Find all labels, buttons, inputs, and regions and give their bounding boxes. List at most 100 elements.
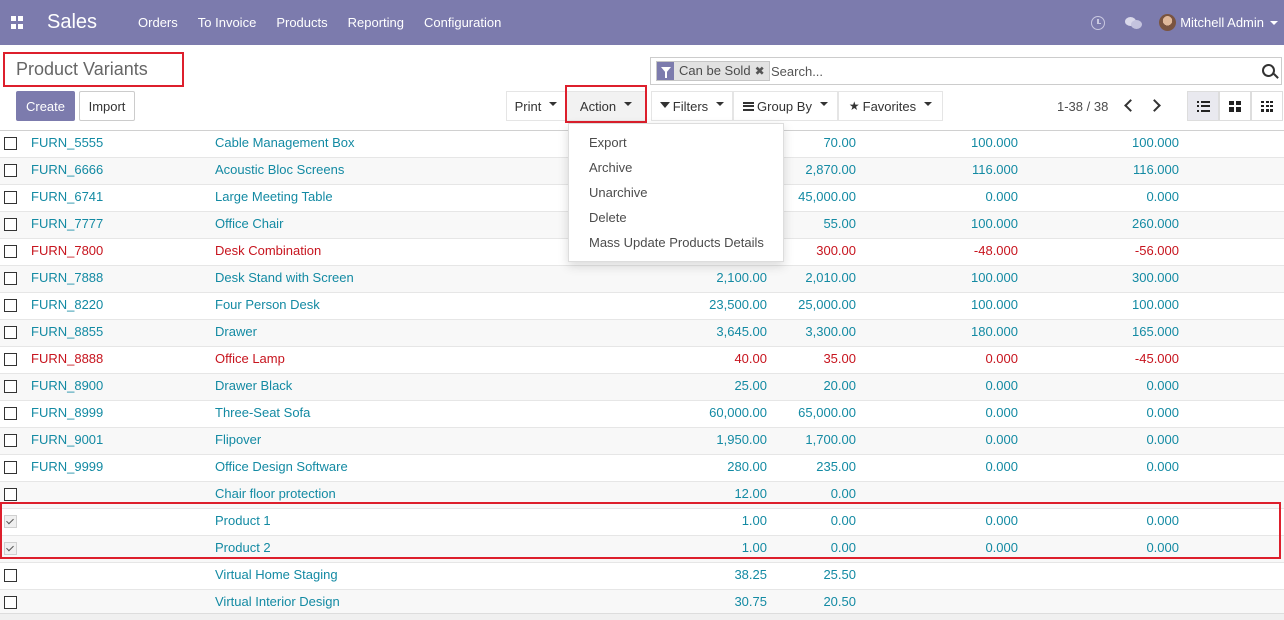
pager-next-icon[interactable]: [1148, 99, 1161, 112]
cell-c3: 0.000: [985, 351, 1018, 366]
cell-c2: 35.00: [823, 351, 856, 366]
user-avatar[interactable]: [1159, 14, 1177, 31]
cell-c2: 65,000.00: [798, 405, 856, 420]
row-checkbox[interactable]: [4, 299, 17, 312]
row-checkbox[interactable]: [4, 542, 17, 555]
table-row[interactable]: FURN_7888 Desk Stand with Screen 2,100.00 2…: [0, 265, 1284, 292]
cell-c2: 2,010.00: [805, 270, 856, 285]
cell-c1: 1.00: [741, 540, 767, 555]
filters-label: Filters: [672, 98, 709, 114]
row-checkbox[interactable]: [4, 191, 17, 204]
list-view-button[interactable]: [1187, 91, 1219, 121]
activity-clock-icon[interactable]: [1091, 15, 1106, 30]
table-row[interactable]: Product 2 1.00 0.00 0.000 0.000: [0, 535, 1284, 562]
table-row[interactable]: FURN_9001 Flipover 1,950.00 1,700.00 0.000 0.…: [0, 427, 1284, 454]
user-name[interactable]: Mitchell Admin: [1180, 15, 1264, 30]
table-row[interactable]: FURN_8900 Drawer Black 25.00 20.00 0.000 0.00…: [0, 373, 1284, 400]
cell-c3: 0.000: [985, 189, 1018, 204]
app-name[interactable]: Sales: [47, 11, 97, 34]
list-view-icon: [1196, 100, 1210, 112]
cell-c1: 1.00: [741, 513, 767, 528]
print-dropdown[interactable]: Print: [506, 91, 566, 121]
cell-name: Product 2: [215, 540, 271, 555]
facet-label: Can be Sold: [679, 63, 751, 78]
row-checkbox[interactable]: [4, 353, 17, 366]
menu-item-unarchive[interactable]: Unarchive: [589, 185, 648, 200]
table-row[interactable]: FURN_8855 Drawer 3,645.00 3,300.00 180.000 16…: [0, 319, 1284, 346]
cell-ref: FURN_9001: [31, 432, 104, 447]
group-by-dropdown[interactable]: Group By: [733, 91, 838, 121]
caret-down-icon: [716, 102, 725, 106]
row-checkbox[interactable]: [4, 434, 17, 447]
pager-previous-icon[interactable]: [1124, 99, 1137, 112]
cell-ref: FURN_8999: [31, 405, 104, 420]
apps-menu-icon[interactable]: [11, 15, 25, 30]
row-checkbox[interactable]: [4, 326, 17, 339]
cell-c2: 0.00: [830, 540, 856, 555]
cell-c3: 0.000: [985, 459, 1018, 474]
chat-icon[interactable]: [1125, 16, 1143, 30]
row-checkbox[interactable]: [4, 245, 17, 258]
cell-c4: 165.000: [1132, 324, 1179, 339]
cell-c1: 2,100.00: [716, 270, 767, 285]
filter-icon: [657, 62, 674, 80]
row-checkbox[interactable]: [4, 407, 17, 420]
table-row[interactable]: FURN_8999 Three-Seat Sofa 60,000.00 65,000.…: [0, 400, 1284, 427]
menu-item-mass-update[interactable]: Mass Update Products Details: [589, 235, 764, 250]
menu-products[interactable]: Products: [276, 15, 327, 30]
group-by-icon: [743, 101, 755, 111]
table-row[interactable]: Virtual Home Staging 38.25 25.50: [0, 562, 1284, 589]
row-checkbox[interactable]: [4, 272, 17, 285]
cell-c3: 0.000: [985, 405, 1018, 420]
pivot-view-button[interactable]: [1251, 91, 1283, 121]
row-checkbox[interactable]: [4, 380, 17, 393]
facet-remove-icon[interactable]: ✖: [755, 62, 765, 80]
cell-ref: FURN_6666: [31, 162, 104, 177]
row-checkbox[interactable]: [4, 596, 17, 609]
menu-to-invoice[interactable]: To Invoice: [198, 15, 257, 30]
menu-item-export[interactable]: Export: [589, 135, 627, 150]
search-bar: Can be Sold ✖: [650, 57, 1282, 85]
search-icon[interactable]: [1262, 64, 1275, 77]
menu-reporting[interactable]: Reporting: [348, 15, 404, 30]
menu-item-delete[interactable]: Delete: [589, 210, 627, 225]
cell-c3: 100.000: [971, 216, 1018, 231]
menu-configuration[interactable]: Configuration: [424, 15, 501, 30]
menu-item-archive[interactable]: Archive: [589, 160, 632, 175]
row-checkbox[interactable]: [4, 218, 17, 231]
cell-c4: 0.000: [1146, 378, 1179, 393]
table-row[interactable]: Virtual Interior Design 30.75 20.50: [0, 589, 1284, 616]
row-checkbox[interactable]: [4, 569, 17, 582]
table-row[interactable]: FURN_9999 Office Design Software 280.00 235…: [0, 454, 1284, 481]
action-dropdown[interactable]: Action: [566, 91, 646, 121]
cell-name: Product 1: [215, 513, 271, 528]
page-title: Product Variants: [16, 59, 148, 79]
cell-ref: FURN_7800: [31, 243, 104, 258]
cell-c3: -48.000: [973, 243, 1018, 258]
pager-value[interactable]: 1-38 / 38: [1057, 99, 1108, 114]
table-footer: [0, 613, 1284, 620]
import-button[interactable]: Import: [79, 91, 135, 121]
row-checkbox[interactable]: [4, 461, 17, 474]
menu-orders[interactable]: Orders: [138, 15, 178, 30]
user-menu-caret-icon[interactable]: [1270, 20, 1278, 25]
cell-c4: 0.000: [1146, 405, 1179, 420]
cell-name: Office Lamp: [215, 351, 285, 366]
row-checkbox[interactable]: [4, 137, 17, 150]
create-button[interactable]: Create: [16, 91, 75, 121]
table-row[interactable]: FURN_8220 Four Person Desk 23,500.00 25,000…: [0, 292, 1284, 319]
row-checkbox[interactable]: [4, 164, 17, 177]
star-icon: ★: [848, 99, 860, 113]
table-row[interactable]: FURN_8888 Office Lamp 40.00 35.00 0.000 -45.0…: [0, 346, 1284, 373]
search-input[interactable]: [771, 61, 1251, 81]
cell-c3: 100.000: [971, 270, 1018, 285]
kanban-view-button[interactable]: [1219, 91, 1251, 121]
row-checkbox[interactable]: [4, 488, 17, 501]
table-row[interactable]: Product 1 1.00 0.00 0.000 0.000: [0, 508, 1284, 535]
row-checkbox[interactable]: [4, 515, 17, 528]
favorites-dropdown[interactable]: ★ Favorites: [838, 91, 943, 121]
filters-dropdown[interactable]: Filters: [651, 91, 733, 121]
cell-c1: 30.75: [734, 594, 767, 609]
table-row[interactable]: Chair floor protection 12.00 0.00: [0, 481, 1284, 508]
cell-ref: FURN_6741: [31, 189, 104, 204]
